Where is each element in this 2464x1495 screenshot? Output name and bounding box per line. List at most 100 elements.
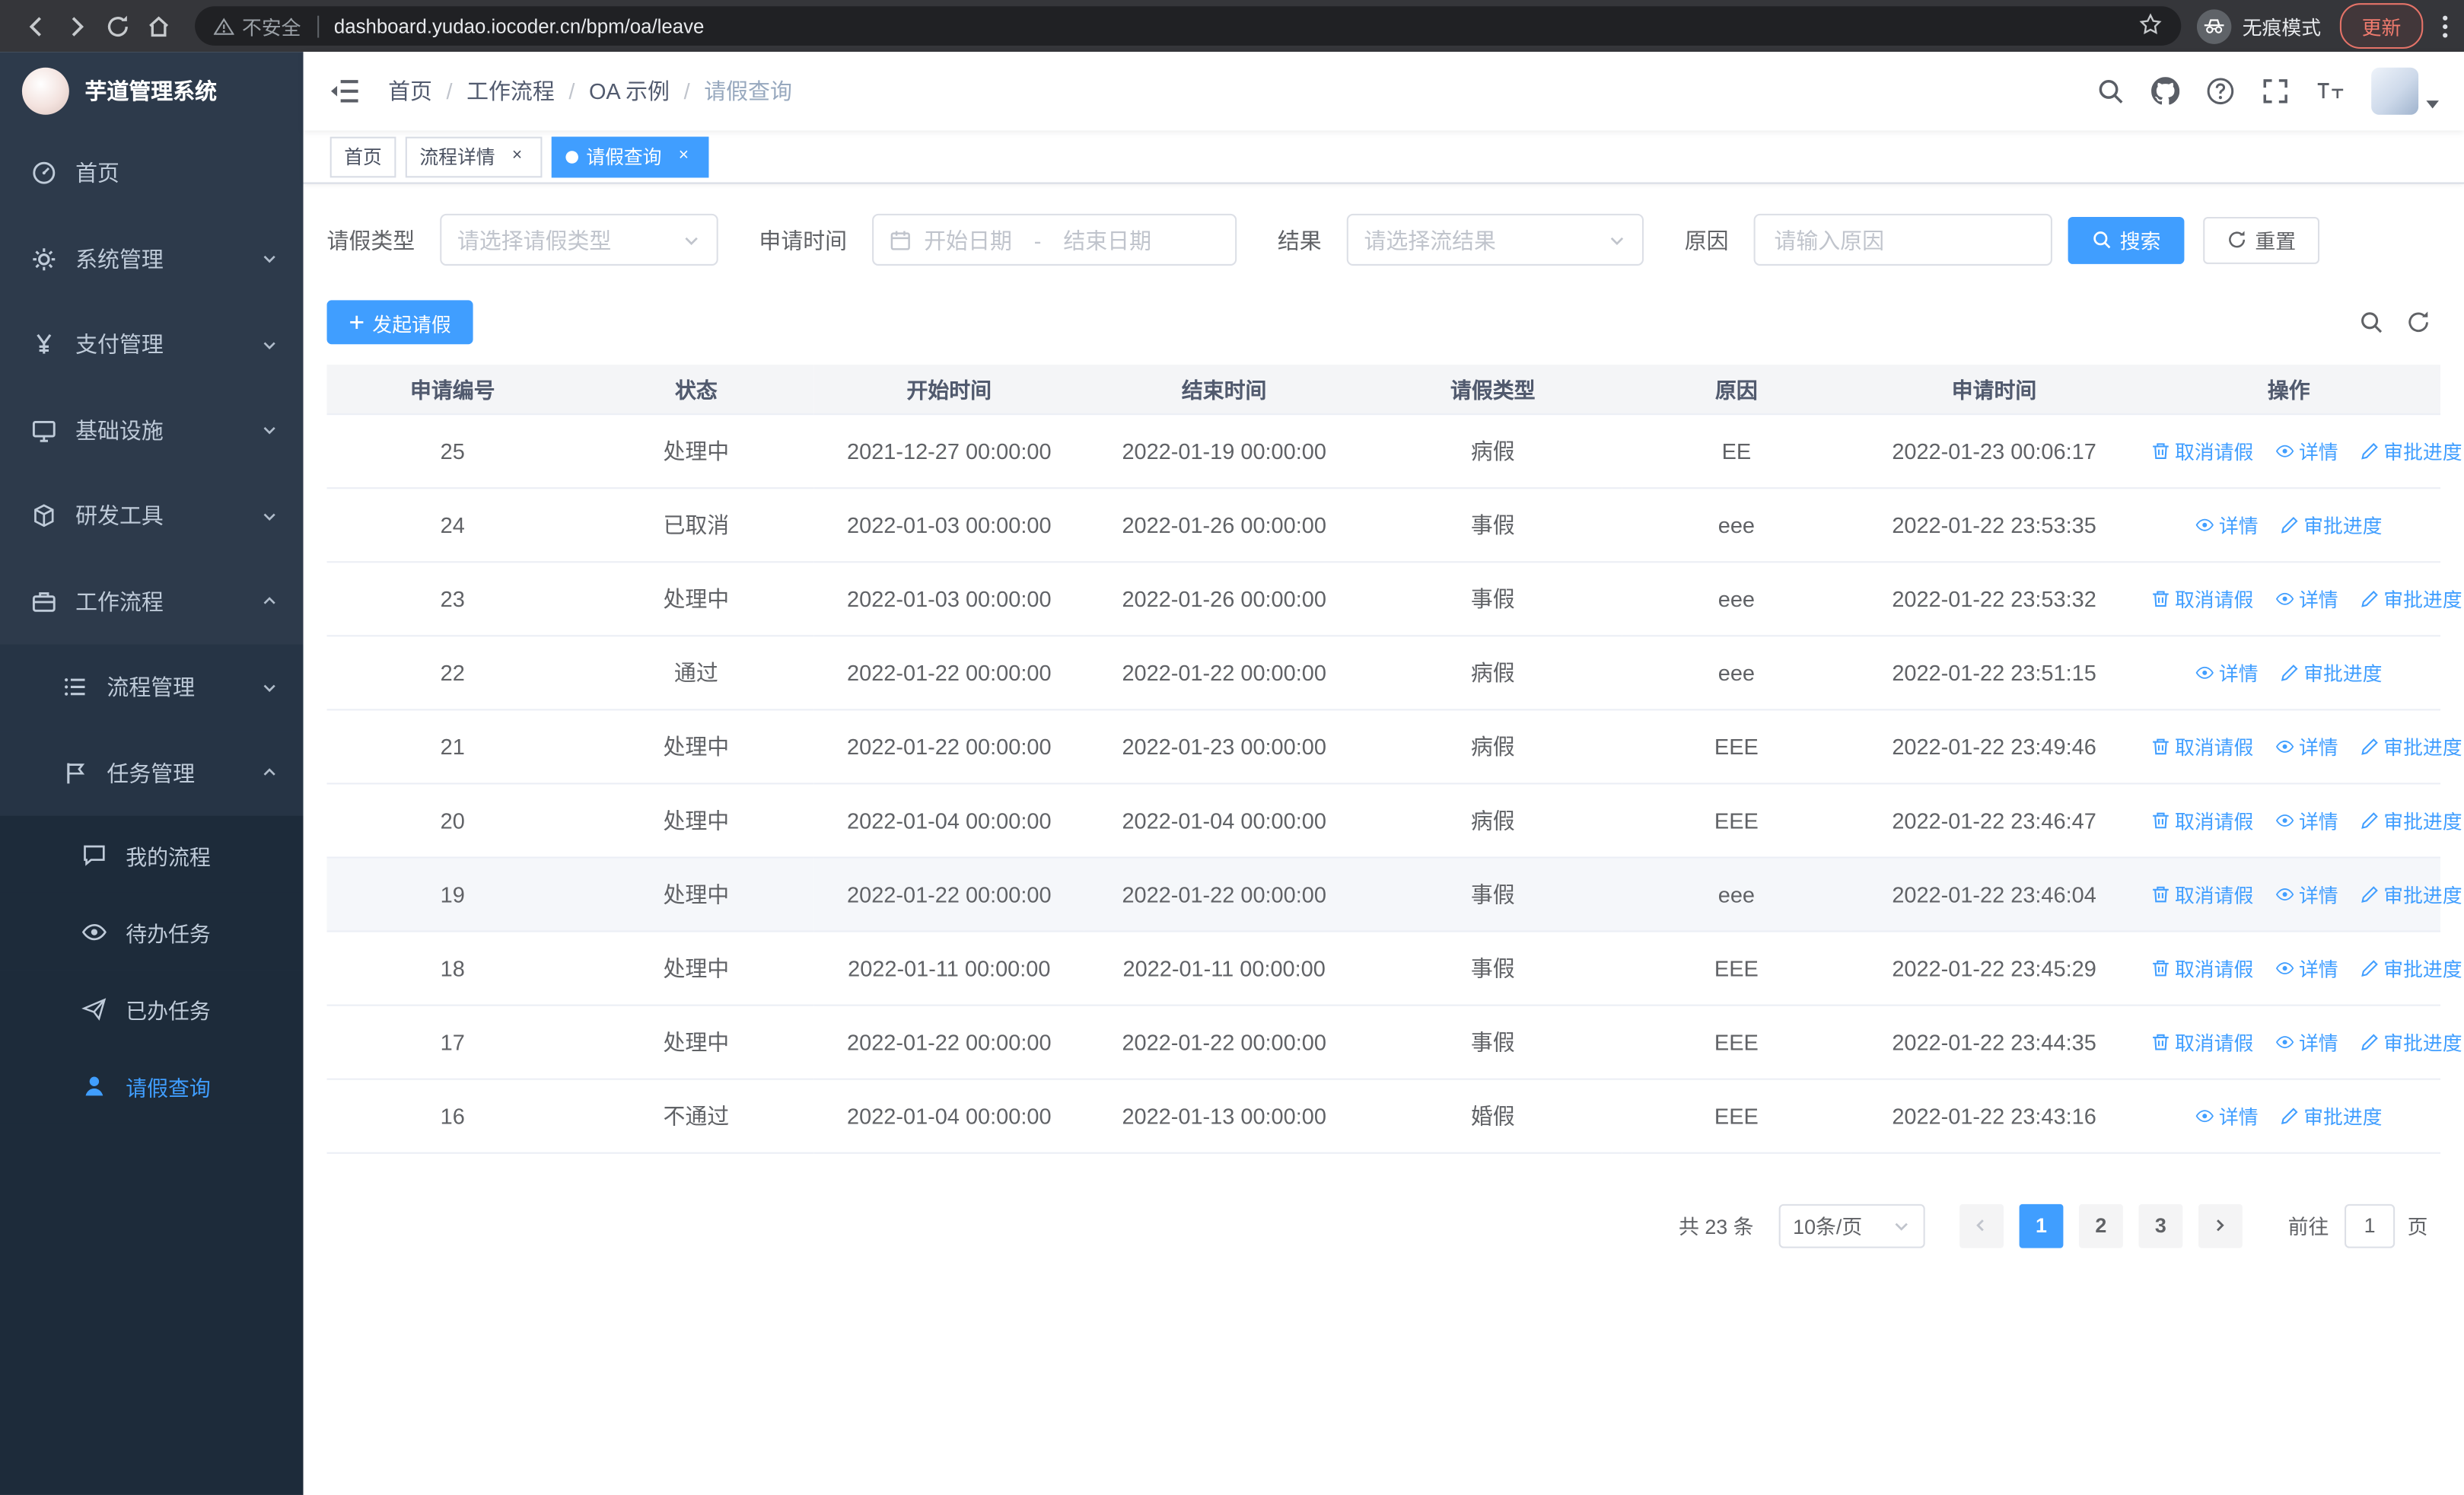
reason-input[interactable] bbox=[1753, 213, 2052, 266]
approval-progress-label: 审批进度 bbox=[2383, 589, 2462, 612]
reset-button[interactable]: 重置 bbox=[2203, 215, 2320, 263]
sidebar-item-payment[interactable]: 支付管理 bbox=[0, 301, 304, 387]
table-row[interactable]: 21 处理中 2022-01-22 00:00:00 2022-01-23 00… bbox=[326, 709, 2462, 784]
browser-menu-icon[interactable] bbox=[2442, 14, 2448, 39]
sidebar-item-process-mgmt[interactable]: 流程管理 bbox=[0, 644, 304, 731]
approval-progress-link[interactable]: 审批进度 bbox=[2360, 435, 2462, 465]
sidebar-item-workflow[interactable]: 工作流程 bbox=[0, 559, 304, 645]
table-row[interactable]: 25 处理中 2021-12-27 00:00:00 2022-01-19 00… bbox=[326, 413, 2462, 489]
cancel-leave-link[interactable]: 取消请假 bbox=[2151, 435, 2253, 465]
search-button[interactable]: 搜索 bbox=[2068, 215, 2185, 263]
table-row[interactable]: 16 不通过 2022-01-04 00:00:00 2022-01-13 00… bbox=[326, 1078, 2441, 1153]
detail-link[interactable]: 详情 bbox=[2275, 805, 2338, 834]
forward-icon[interactable] bbox=[56, 5, 97, 46]
sidebar-item-system[interactable]: 系统管理 bbox=[0, 216, 304, 302]
table-row[interactable]: 23 处理中 2022-01-03 00:00:00 2022-01-26 00… bbox=[326, 561, 2462, 636]
url-text[interactable]: dashboard.yudao.iocoder.cn/bpm/oa/leave bbox=[334, 15, 705, 37]
sidebar-item-leave-query[interactable]: 请假查询 bbox=[0, 1047, 304, 1124]
apply-time-range-picker[interactable]: 开始日期 - 结束日期 bbox=[872, 213, 1237, 266]
page-button[interactable]: 2 bbox=[2078, 1203, 2123, 1248]
tab-close-icon[interactable]: × bbox=[673, 145, 695, 167]
security-warning[interactable]: 不安全 bbox=[213, 11, 301, 40]
approval-progress-link[interactable]: 审批进度 bbox=[2360, 1026, 2462, 1056]
table-row[interactable]: 20 处理中 2022-01-04 00:00:00 2022-01-04 00… bbox=[326, 783, 2462, 858]
goto-page-input[interactable] bbox=[2345, 1203, 2396, 1248]
detail-link[interactable]: 详情 bbox=[2275, 952, 2338, 982]
page-size-select[interactable]: 10条/页 bbox=[1778, 1203, 1925, 1248]
sidebar-item-my-process[interactable]: 我的流程 bbox=[0, 815, 304, 893]
approval-progress-link[interactable]: 审批进度 bbox=[2280, 1101, 2383, 1130]
toggle-search-icon[interactable] bbox=[2359, 310, 2384, 335]
help-icon[interactable] bbox=[2206, 77, 2234, 105]
detail-link[interactable]: 详情 bbox=[2275, 1026, 2338, 1056]
cancel-leave-link[interactable]: 取消请假 bbox=[2151, 805, 2253, 834]
sidebar-item-devtools[interactable]: 研发工具 bbox=[0, 473, 304, 559]
table-row[interactable]: 19 处理中 2022-01-22 00:00:00 2022-01-22 00… bbox=[326, 856, 2462, 932]
approval-progress-link[interactable]: 审批进度 bbox=[2360, 731, 2462, 760]
search-icon[interactable] bbox=[2096, 77, 2125, 105]
approval-progress-link[interactable]: 审批进度 bbox=[2280, 509, 2383, 539]
sidebar-item-task-mgmt[interactable]: 任务管理 bbox=[0, 730, 304, 816]
sidebar-item-done-tasks[interactable]: 已办任务 bbox=[0, 970, 304, 1047]
approval-progress-label: 审批进度 bbox=[2383, 441, 2462, 464]
detail-link[interactable]: 详情 bbox=[2195, 1101, 2259, 1130]
detail-link[interactable]: 详情 bbox=[2195, 657, 2259, 687]
approval-progress-link[interactable]: 审批进度 bbox=[2360, 805, 2462, 834]
app-logo[interactable]: 芋道管理系统 bbox=[0, 52, 304, 130]
create-leave-button[interactable]: 发起请假 bbox=[326, 300, 473, 345]
cancel-leave-link[interactable]: 取消请假 bbox=[2151, 952, 2253, 982]
page-button[interactable]: 1 bbox=[2019, 1203, 2064, 1248]
reload-icon[interactable] bbox=[97, 5, 138, 46]
refresh-table-icon[interactable] bbox=[2406, 310, 2431, 335]
sidebar-item-infra[interactable]: 基础设施 bbox=[0, 387, 304, 473]
breadcrumb-item[interactable]: 工作流程 bbox=[466, 75, 555, 107]
next-page-button[interactable] bbox=[2198, 1203, 2243, 1248]
sidebar-item-todo-tasks[interactable]: 待办任务 bbox=[0, 892, 304, 971]
font-size-icon[interactable] bbox=[2316, 77, 2345, 105]
prev-page-button[interactable] bbox=[1959, 1203, 2004, 1248]
result-select[interactable]: 请选择流结果 bbox=[1346, 213, 1644, 266]
chevron-down-icon bbox=[1895, 1222, 1908, 1230]
detail-link[interactable]: 详情 bbox=[2275, 435, 2338, 465]
cancel-leave-link[interactable]: 取消请假 bbox=[2151, 583, 2253, 613]
home-icon[interactable] bbox=[138, 5, 180, 46]
cancel-leave-link[interactable]: 取消请假 bbox=[2151, 731, 2253, 760]
chevron-down-icon bbox=[263, 427, 275, 435]
view-tab[interactable]: 请假查询 × bbox=[551, 135, 709, 177]
user-menu[interactable] bbox=[2371, 67, 2439, 115]
approval-progress-link[interactable]: 审批进度 bbox=[2280, 657, 2383, 687]
star-icon[interactable] bbox=[2138, 11, 2162, 40]
table-row[interactable]: 24 已取消 2022-01-03 00:00:00 2022-01-26 00… bbox=[326, 487, 2441, 563]
leave-type-select[interactable]: 请选择请假类型 bbox=[440, 213, 718, 266]
fullscreen-icon[interactable] bbox=[2262, 77, 2290, 105]
approval-progress-link[interactable]: 审批进度 bbox=[2360, 878, 2462, 908]
github-icon[interactable] bbox=[2151, 77, 2180, 105]
detail-link[interactable]: 详情 bbox=[2275, 878, 2338, 908]
avatar[interactable] bbox=[2371, 67, 2419, 115]
tab-label: 请假查询 bbox=[586, 146, 662, 168]
page-button[interactable]: 3 bbox=[2138, 1203, 2183, 1248]
approval-progress-link[interactable]: 审批进度 bbox=[2360, 952, 2462, 982]
hamburger-icon[interactable] bbox=[329, 75, 360, 107]
breadcrumb-item[interactable]: OA 示例 bbox=[589, 75, 670, 107]
back-icon[interactable] bbox=[16, 5, 57, 46]
detail-link[interactable]: 详情 bbox=[2275, 583, 2338, 613]
table-row[interactable]: 18 处理中 2022-01-11 00:00:00 2022-01-11 00… bbox=[326, 930, 2462, 1006]
sidebar-item-label: 待办任务 bbox=[126, 922, 211, 946]
breadcrumb-item[interactable]: 首页 bbox=[388, 75, 432, 107]
cancel-leave-link[interactable]: 取消请假 bbox=[2151, 1026, 2253, 1056]
sidebar-item-home[interactable]: 首页 bbox=[0, 130, 304, 216]
detail-link[interactable]: 详情 bbox=[2195, 509, 2259, 539]
view-tab[interactable]: 流程详情 × bbox=[405, 135, 543, 177]
approval-progress-link[interactable]: 审批进度 bbox=[2360, 583, 2462, 613]
view-tab[interactable]: 首页 bbox=[329, 135, 396, 177]
table-row[interactable]: 22 通过 2022-01-22 00:00:00 2022-01-22 00:… bbox=[326, 635, 2441, 710]
detail-link[interactable]: 详情 bbox=[2275, 731, 2338, 760]
tab-close-icon[interactable]: × bbox=[506, 145, 528, 167]
url-bar[interactable]: 不安全 dashboard.yudao.iocoder.cn/bpm/oa/le… bbox=[195, 6, 2182, 46]
update-button[interactable]: 更新 bbox=[2339, 3, 2424, 49]
cell-end-time: 2022-01-23 00:00:00 bbox=[1084, 709, 1364, 784]
table-row[interactable]: 17 处理中 2022-01-22 00:00:00 2022-01-22 00… bbox=[326, 1004, 2462, 1079]
cancel-leave-link[interactable]: 取消请假 bbox=[2151, 878, 2253, 908]
cancel-leave-label: 取消请假 bbox=[2175, 958, 2254, 981]
